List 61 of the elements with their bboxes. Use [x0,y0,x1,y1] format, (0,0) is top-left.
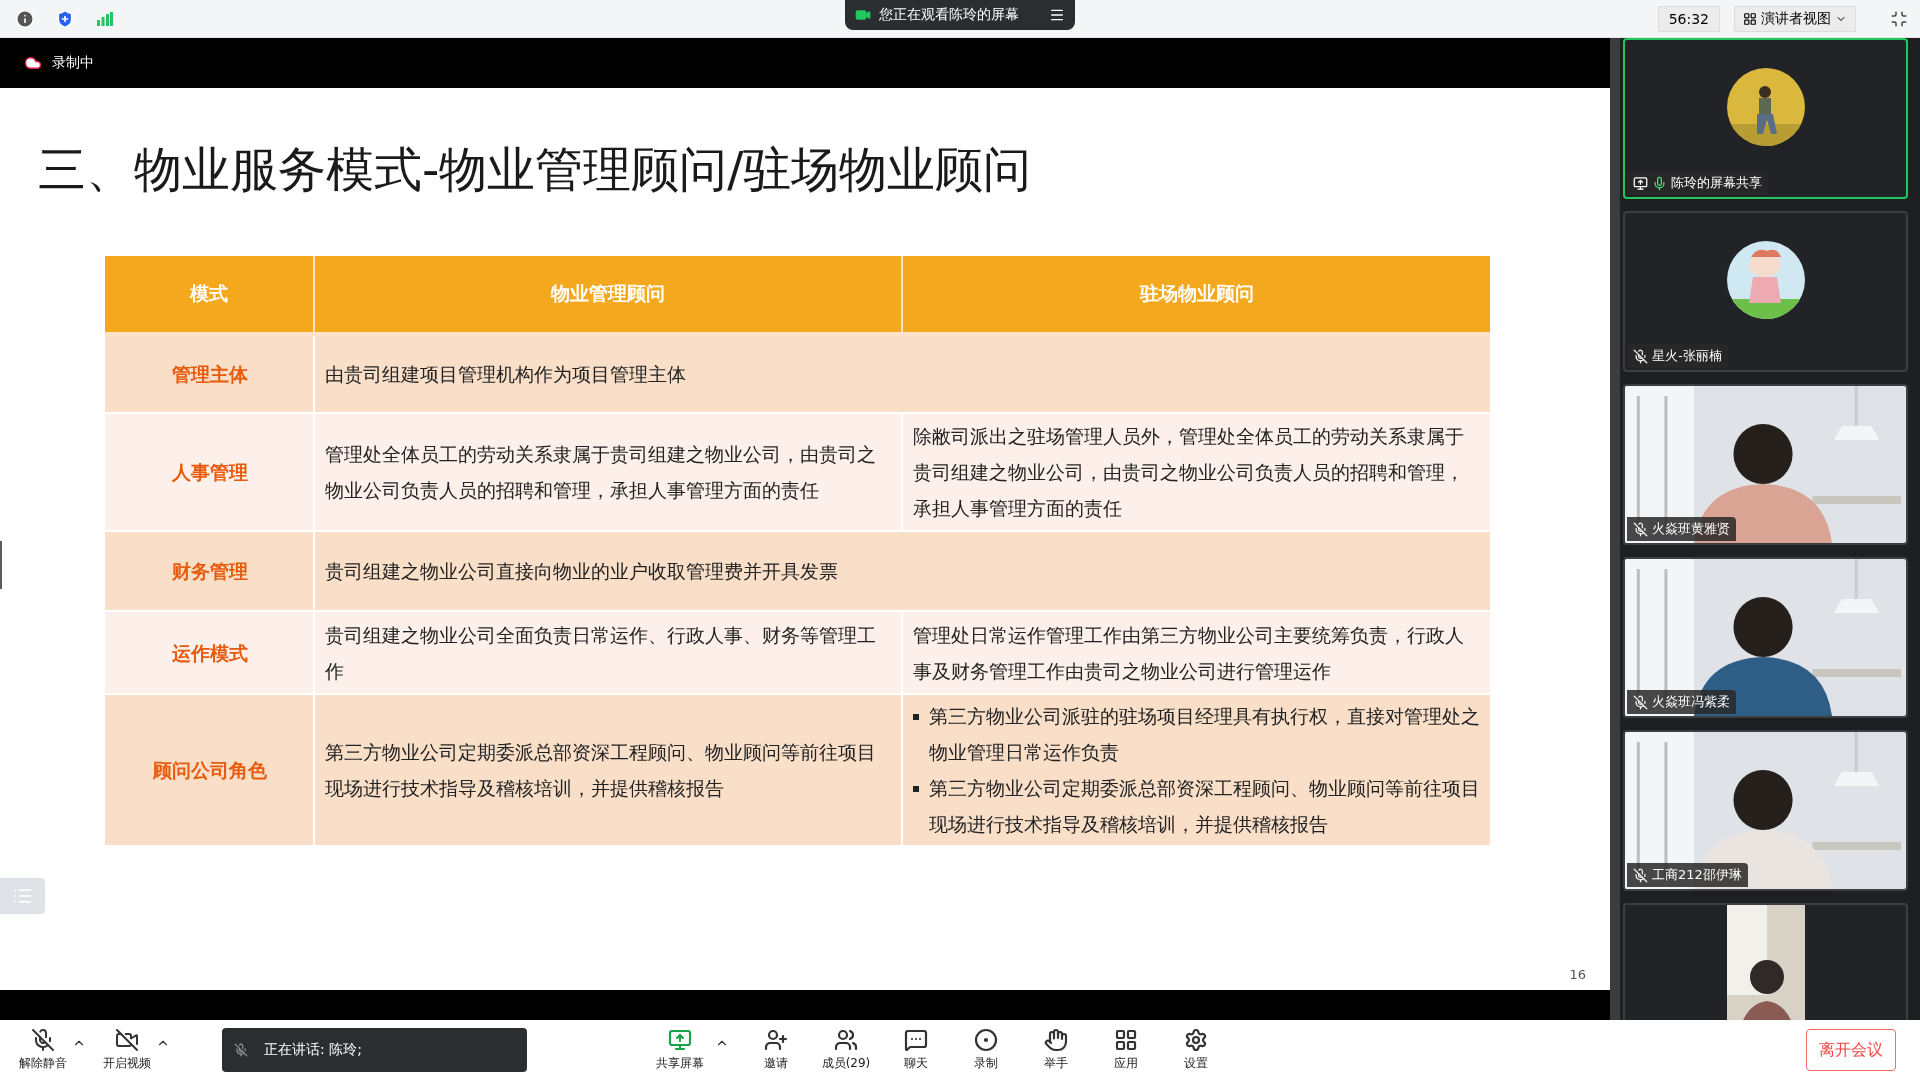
mic-off-icon [31,1028,55,1052]
list-icon [12,886,33,906]
row-label: 顾问公司角色 [105,695,315,847]
name-tag: 火焱班黄雅贤 [1627,517,1736,541]
row-label: 财务管理 [105,532,315,612]
meeting-timer: 56:32 [1657,5,1720,32]
record-button[interactable]: 录制 [957,1028,1015,1072]
layout-icon [1743,11,1757,26]
name-tag: 火焱班冯紫柔 [1627,690,1736,714]
chat-button[interactable]: 聊天 [887,1028,945,1072]
view-dropdown[interactable]: 演讲者视图 [1734,5,1856,32]
bullet-text: 第三方物业公司定期委派总部资深工程顾问、物业顾问等前往项目现场进行技术指导及稽核培训，并提供稽核报告 [929,776,1481,837]
mic-off-icon [234,1043,248,1057]
table-cell: 由贵司组建项目管理机构作为项目管理主体 [315,336,1490,414]
table-cell: 贵司组建之物业公司全面负责日常运作、行政人事、财务等管理工作 [315,612,903,695]
mute-button[interactable]: 解除静音 [14,1028,72,1072]
apps-button[interactable]: 应用 [1097,1028,1155,1072]
settings-icon [1184,1028,1208,1052]
add-user-icon [764,1028,788,1052]
chat-icon [904,1028,928,1052]
row-label: 管理主体 [105,336,315,414]
row-label: 人事管理 [105,414,315,532]
table-cell: 贵司组建之物业公司直接向物业的业户收取管理费并开具发票 [315,532,1490,612]
members-button[interactable]: 成员(29) [817,1028,875,1072]
share-button[interactable]: 共享屏幕 [651,1028,709,1072]
menu-icon[interactable] [1049,7,1065,23]
name-tag: 星火-张丽楠 [1627,344,1728,368]
video-button[interactable]: 开启视频 [98,1028,156,1072]
leave-meeting-button[interactable]: 离开会议 [1806,1029,1896,1071]
slide-title: 三、物业服务模式-物业管理顾问/驻场物业顾问 [38,140,1033,199]
bullet-icon [913,714,919,720]
apps-icon [1114,1028,1138,1052]
invite-button[interactable]: 邀请 [747,1028,805,1072]
hand-icon [1044,1028,1068,1052]
table-header: 驻场物业顾问 [903,256,1490,336]
camera-icon [855,7,871,23]
info-icon[interactable] [15,8,35,29]
hand-button[interactable]: 举手 [1027,1028,1085,1072]
table-cell: 管理处日常运作管理工作由第三方物业公司主要统筹负责，行政人事及财务管理工作由贵司之物业公司进行管理运作 [903,612,1490,695]
bullet-text: 第三方物业公司派驻的驻场项目经理具有执行权，直接对管理处之物业管理日常运作负责 [929,704,1481,765]
table-cell: 管理处全体员工的劳动关系隶属于贵司组建之物业公司，由贵司之物业公司负责人员的招聘和管理，承担人事管理方面的责任 [315,414,903,532]
table-cell: 第三方物业公司定期委派总部资深工程顾问、物业顾问等前往项目现场进行技术指导及稽核培训，并提供稽核报告 [315,695,903,847]
exit-fullscreen-icon[interactable] [1890,9,1908,28]
camera-off-icon [115,1028,139,1052]
record-icon [974,1028,998,1052]
bullet-icon [913,786,919,792]
share-screen-icon [668,1028,692,1052]
recording-cloud-icon [24,54,42,72]
table-cell: 除敝司派出之驻场管理人员外，管理处全体员工的劳动关系隶属于贵司组建之物业公司，由贵司之物业公司负责人员的招聘和管理，承担人事管理方面的责任 [903,414,1490,532]
shield-icon[interactable] [55,8,75,29]
row-label: 运作模式 [105,612,315,695]
page-number: 16 [1569,967,1586,982]
speaking-indicator: 正在讲话: 陈玲; [222,1028,527,1072]
table-header: 模式 [105,256,315,336]
name-tag: 工商212邵伊琳 [1627,863,1748,887]
users-icon [834,1028,858,1052]
recording-label: 录制中 [52,54,94,72]
viewing-banner: 您正在观看陈玲的屏幕 [845,0,1075,30]
table-header: 物业管理顾问 [315,256,903,336]
name-tag: 陈玲的屏幕共享 [1627,171,1768,195]
settings-button[interactable]: 设置 [1167,1028,1225,1072]
